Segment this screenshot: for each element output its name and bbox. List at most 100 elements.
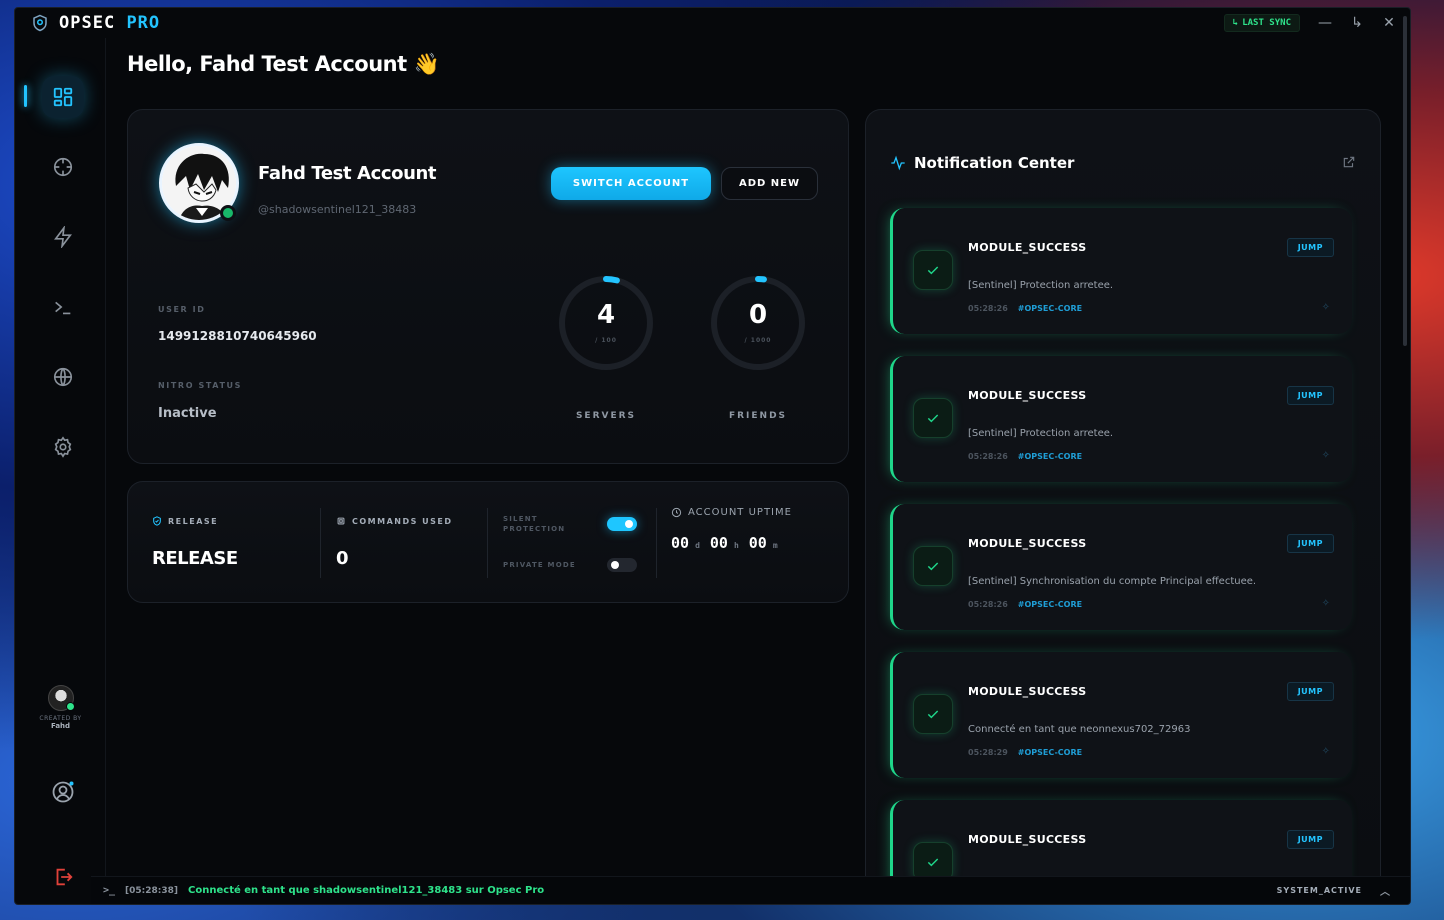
app-title: OPSEC PRO [59, 13, 161, 33]
friends-label: FRIENDS [728, 411, 788, 421]
chip-icon [337, 517, 345, 525]
check-icon [913, 250, 953, 290]
jump-button[interactable]: JUMP [1286, 238, 1334, 257]
external-link-icon [1343, 156, 1355, 168]
online-status-dot [220, 205, 236, 221]
sync-arrow-icon: ↳ [1232, 18, 1239, 28]
divider [320, 508, 321, 578]
nav-target[interactable] [42, 146, 84, 188]
snap-button[interactable]: ↳ [1350, 15, 1364, 31]
app-window: OPSEC PRO ↳ LAST SYNC — ↳ ✕ CREATED BY F… [14, 7, 1411, 905]
pin-icon[interactable]: ✧ [1322, 746, 1330, 757]
commands-used-value: 0 [336, 548, 349, 569]
pin-icon[interactable]: ✧ [1322, 598, 1330, 609]
nav-profile[interactable] [42, 771, 84, 813]
last-sync-badge: ↳ LAST SYNC [1223, 14, 1300, 32]
shield-logo-icon [31, 14, 49, 32]
activity-pulse-icon [891, 155, 905, 171]
notification-item[interactable]: MODULE_SUCCESS JUMP [Sentinel] Protectio… [890, 356, 1352, 482]
jump-button[interactable]: JUMP [1286, 386, 1334, 405]
check-icon [913, 546, 953, 586]
status-timestamp: [05:28:38] [125, 885, 179, 896]
notification-tag: #OPSEC-CORE [1017, 452, 1083, 461]
terminal-icon [55, 301, 71, 315]
minimize-button[interactable]: — [1318, 15, 1332, 31]
user-id-value: 1499128810740645960 [158, 329, 317, 343]
notification-meta: 05:28:26 #OPSEC-CORE [968, 304, 1082, 313]
window-controls: ↳ LAST SYNC — ↳ ✕ [1223, 14, 1396, 32]
creator-avatar [47, 685, 75, 711]
divider [656, 508, 657, 578]
notification-tag: #OPSEC-CORE [1017, 600, 1083, 609]
notification-meta: 05:28:29 #OPSEC-CORE [968, 748, 1082, 757]
brand: OPSEC PRO [31, 13, 160, 33]
greeting-title: Hello, Fahd Test Account 👋 [127, 52, 440, 76]
notification-message: [Sentinel] Synchronisation du compte Pri… [968, 576, 1257, 587]
nav-dashboard[interactable] [42, 76, 84, 118]
pin-icon[interactable]: ✧ [1322, 302, 1330, 313]
nav-network[interactable] [42, 356, 84, 398]
notification-item[interactable]: MODULE_SUCCESS JUMP [Sentinel] Protectio… [890, 208, 1352, 334]
user-circle-icon [52, 781, 74, 803]
check-icon [913, 694, 953, 734]
jump-button[interactable]: JUMP [1286, 534, 1334, 553]
notification-title: MODULE_SUCCESS [968, 241, 1087, 254]
system-status: SYSTEM_ACTIVE [1276, 886, 1362, 895]
nav-terminal[interactable] [42, 286, 84, 328]
stats-card: RELEASE RELEASE COMMANDS USED 0 SILENT P… [127, 481, 849, 603]
notification-time: 05:28:26 [968, 304, 1008, 313]
notification-list: MODULE_SUCCESS JUMP [Sentinel] Protectio… [890, 208, 1352, 889]
account-uptime-value: 00 d 00 h 00 m [671, 534, 778, 552]
notification-time: 05:28:26 [968, 452, 1008, 461]
logout-button[interactable] [42, 856, 84, 898]
notification-title: MODULE_SUCCESS [968, 389, 1087, 402]
profile-handle: @shadowsentinel121_38483 [258, 203, 417, 216]
jump-button[interactable]: JUMP [1286, 682, 1334, 701]
notification-time: 05:28:29 [968, 748, 1008, 757]
scrollbar[interactable] [1403, 16, 1407, 346]
notification-meta: 05:28:26 #OPSEC-CORE [968, 600, 1082, 609]
nav-active-indicator [24, 85, 27, 107]
close-button[interactable]: ✕ [1382, 15, 1396, 31]
status-message: Connecté en tant que shadowsentinel121_3… [188, 885, 545, 896]
add-new-button[interactable]: ADD NEW [721, 167, 818, 200]
lightning-icon [54, 226, 72, 248]
creator-name: Fahd [50, 722, 71, 730]
profile-card: Fahd Test Account @shadowsentinel121_384… [127, 109, 849, 464]
open-external-button[interactable] [1342, 154, 1356, 173]
account-uptime-label: ACCOUNT UPTIME [671, 507, 792, 518]
sidebar: CREATED BY Fahd [15, 38, 106, 904]
servers-gauge: 4 / 100 [557, 274, 655, 372]
notification-center: Notification Center MODULE_SUCCESS JUMP … [865, 109, 1381, 889]
private-mode-label: PRIVATE MODE [503, 561, 576, 569]
nav-settings[interactable] [42, 426, 84, 468]
notification-title: MODULE_SUCCESS [968, 833, 1087, 846]
notification-message: [Sentinel] Protection arretee. [968, 428, 1114, 439]
notification-item[interactable]: MODULE_SUCCESS JUMP [Sentinel] Synchroni… [890, 504, 1352, 630]
notification-message: [Sentinel] Protection arretee. [968, 280, 1114, 291]
dashboard-grid-icon [53, 87, 73, 107]
jump-button[interactable]: JUMP [1286, 830, 1334, 849]
silent-protection-toggle[interactable] [607, 517, 637, 531]
notification-tag: #OPSEC-CORE [1017, 304, 1083, 313]
creator-label: CREATED BY [39, 715, 82, 722]
notification-meta: 05:28:26 #OPSEC-CORE [968, 452, 1082, 461]
notification-tag: #OPSEC-CORE [1017, 748, 1083, 757]
chevron-up-icon[interactable]: ︿ [1380, 883, 1390, 898]
nitro-status-value: Inactive [158, 406, 217, 421]
switch-account-button[interactable]: SWITCH ACCOUNT [551, 167, 711, 200]
servers-label: SERVERS [575, 411, 637, 421]
friends-max: / 1000 [744, 337, 772, 344]
creator-block: CREATED BY Fahd [15, 685, 106, 730]
status-bar: >_ [05:28:38] Connecté en tant que shado… [91, 876, 1410, 904]
release-label: RELEASE [152, 516, 218, 526]
private-mode-toggle[interactable] [607, 558, 637, 572]
commands-used-label: COMMANDS USED [336, 516, 453, 526]
notification-item[interactable]: MODULE_SUCCESS JUMP Connecté en tant que… [890, 652, 1352, 778]
nav-actions[interactable] [42, 216, 84, 258]
release-value: RELEASE [152, 548, 238, 569]
friends-gauge: 0 / 1000 [709, 274, 807, 372]
gear-icon [54, 436, 72, 458]
pin-icon[interactable]: ✧ [1322, 450, 1330, 461]
globe-icon [53, 367, 73, 387]
